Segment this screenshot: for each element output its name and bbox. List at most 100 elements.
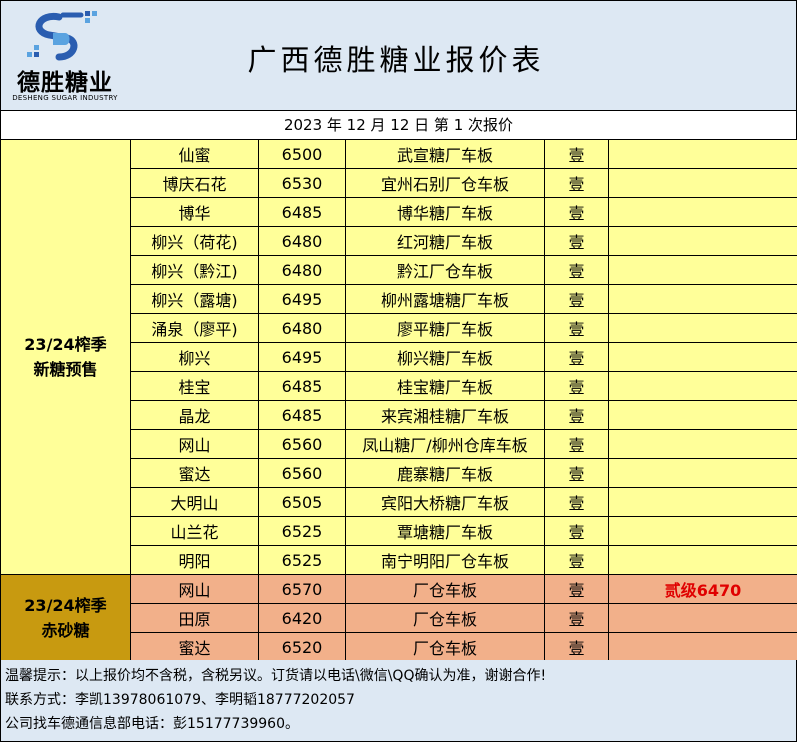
cell-grade: 壹 (544, 284, 609, 314)
group-label-line2: 新糖预售 (33, 360, 98, 379)
cell-price: 6495 (258, 284, 346, 314)
group-label-line1: 23/24榨季 (24, 335, 107, 354)
cell-brand: 网山 (130, 429, 259, 459)
cell-price: 6480 (258, 255, 346, 285)
cell-brand: 田原 (130, 603, 259, 633)
cell-grade: 壹 (544, 226, 609, 256)
cell-note (608, 255, 797, 285)
group-label: 23/24榨季 赤砂糖 (0, 574, 131, 662)
cell-grade: 壹 (544, 603, 609, 633)
cell-price: 6525 (258, 516, 346, 546)
cell-location: 厂仓车板 (345, 632, 545, 662)
cell-note (608, 458, 797, 488)
footer-notice: 温馨提示：以上报价均不含税，含税另议。订货请以电话\微信\QQ确认为准，谢谢合作… (5, 668, 547, 684)
price-table: 23/24榨季 新糖预售 仙蜜 6500 武宣糖厂车板壹博庆石花 6530 宜州石别厂仓车板… (0, 139, 797, 662)
cell-location: 柳兴糖厂车板 (345, 342, 545, 372)
cell-note (608, 400, 797, 430)
cell-note (608, 429, 797, 459)
cell-price: 6560 (258, 429, 346, 459)
cell-price: 6505 (258, 487, 346, 517)
cell-brand: 网山 (130, 574, 259, 604)
cell-grade: 壹 (544, 139, 609, 169)
cell-price: 6520 (258, 632, 346, 662)
cell-location: 博华糖厂车板 (345, 197, 545, 227)
cell-note (608, 603, 797, 633)
cell-brand: 蜜达 (130, 458, 259, 488)
cell-grade: 壹 (544, 168, 609, 198)
cell-note (608, 197, 797, 227)
cell-location: 凤山糖厂/柳州仓库车板 (345, 429, 545, 459)
cell-note (608, 139, 797, 169)
cell-location: 南宁明阳厂仓车板 (345, 545, 545, 575)
cell-note (608, 226, 797, 256)
cell-brand: 山兰花 (130, 516, 259, 546)
cell-location: 桂宝糖厂车板 (345, 371, 545, 401)
cell-price: 6485 (258, 371, 346, 401)
price-row: 23/24榨季 赤砂糖 网山 6570 厂仓车板壹贰级6470 (0, 574, 797, 662)
cell-grade: 壹 (544, 371, 609, 401)
cell-price: 6560 (258, 458, 346, 488)
price-row: 23/24榨季 新糖预售 仙蜜 6500 武宣糖厂车板壹 (0, 139, 797, 575)
cell-note (608, 284, 797, 314)
cell-brand: 大明山 (130, 487, 259, 517)
cell-note (608, 168, 797, 198)
cell-location: 红河糖厂车板 (345, 226, 545, 256)
cell-grade: 壹 (544, 429, 609, 459)
logo-subtitle: DESHENG SUGAR INDUSTRY (12, 94, 118, 102)
cell-price: 6480 (258, 226, 346, 256)
cell-location: 廖平糖厂车板 (345, 313, 545, 343)
cell-brand: 明阳 (130, 545, 259, 575)
cell-price: 6420 (258, 603, 346, 633)
cell-note (608, 342, 797, 372)
cell-note (608, 632, 797, 662)
cell-note (608, 487, 797, 517)
cell-price: 6485 (258, 400, 346, 430)
sheet-header: 德胜糖业 DESHENG SUGAR INDUSTRY 广西德胜糖业报价表 (0, 0, 797, 111)
cell-grade: 壹 (544, 545, 609, 575)
group-label: 23/24榨季 新糖预售 (0, 139, 131, 575)
company-logo: 德胜糖业 DESHENG SUGAR INDUSTRY (9, 7, 121, 107)
cell-brand: 柳兴（露塘) (130, 284, 259, 314)
cell-price: 6480 (258, 313, 346, 343)
cell-grade: 壹 (544, 487, 609, 517)
cell-price: 6530 (258, 168, 346, 198)
cell-location: 覃塘糖厂车板 (345, 516, 545, 546)
cell-grade: 壹 (544, 458, 609, 488)
group-label-line1: 23/24榨季 (24, 596, 107, 615)
sheet-footer: 温馨提示：以上报价均不含税，含税另议。订货请以电话\微信\QQ确认为准，谢谢合作… (0, 660, 797, 742)
quote-date: 2023 年 12 月 12 日 第 1 次报价 (0, 110, 797, 140)
cell-grade: 壹 (544, 197, 609, 227)
sheet-title: 广西德胜糖业报价表 (247, 43, 545, 77)
cell-grade: 壹 (544, 342, 609, 372)
cell-brand: 柳兴（黔江) (130, 255, 259, 285)
cell-location: 来宾湘桂糖厂车板 (345, 400, 545, 430)
cell-grade: 壹 (544, 574, 609, 604)
cell-note (608, 313, 797, 343)
cell-price: 6500 (258, 139, 346, 169)
cell-brand: 仙蜜 (130, 139, 259, 169)
cell-note (608, 545, 797, 575)
cell-location: 厂仓车板 (345, 603, 545, 633)
group-label-line2: 赤砂糖 (41, 621, 90, 640)
cell-brand: 柳兴（荷花) (130, 226, 259, 256)
cell-brand: 柳兴 (130, 342, 259, 372)
cell-grade: 壹 (544, 400, 609, 430)
cell-grade: 壹 (544, 313, 609, 343)
cell-note: 贰级6470 (608, 574, 797, 604)
cell-location: 鹿寨糖厂车板 (345, 458, 545, 488)
footer-contacts: 联系方式：李凯13978061079、李明韬18777202057 (5, 692, 355, 708)
cell-brand: 博华 (130, 197, 259, 227)
cell-grade: 壹 (544, 255, 609, 285)
cell-brand: 桂宝 (130, 371, 259, 401)
cell-note (608, 371, 797, 401)
cell-brand: 晶龙 (130, 400, 259, 430)
price-sheet: 德胜糖业 DESHENG SUGAR INDUSTRY 广西德胜糖业报价表 20… (0, 0, 797, 743)
cell-brand: 蜜达 (130, 632, 259, 662)
logo-name: 德胜糖业 (17, 70, 113, 96)
cell-note (608, 516, 797, 546)
cell-price: 6525 (258, 545, 346, 575)
cell-location: 柳州露塘糖厂车板 (345, 284, 545, 314)
cell-price: 6570 (258, 574, 346, 604)
cell-grade: 壹 (544, 632, 609, 662)
cell-price: 6485 (258, 197, 346, 227)
